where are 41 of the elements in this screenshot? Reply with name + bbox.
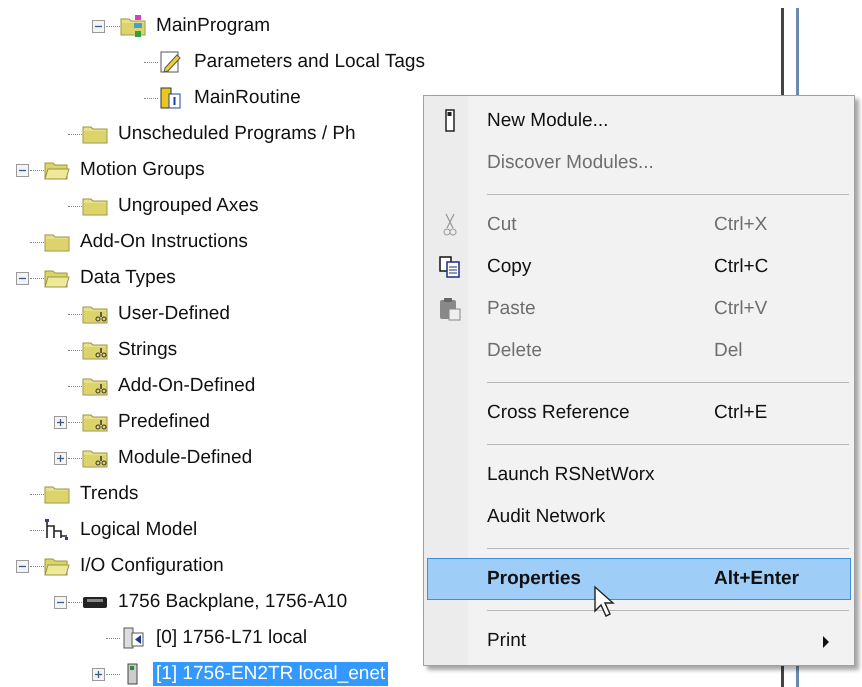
expander-toggle[interactable] <box>16 164 28 176</box>
program-folder-icon <box>120 14 146 38</box>
expander-toggle[interactable] <box>54 416 66 428</box>
menu-item[interactable]: Print <box>427 620 851 662</box>
tree-item[interactable]: Unscheduled Programs / Ph <box>115 122 359 146</box>
tree-item[interactable]: I/O Configuration <box>77 554 227 578</box>
tree-item[interactable]: MainRoutine <box>191 86 304 110</box>
clipboard-icon <box>439 297 461 321</box>
expander-toggle[interactable] <box>16 560 28 572</box>
tree-item[interactable]: Module-Defined <box>115 446 256 470</box>
copy-icon <box>439 256 461 278</box>
tree-item[interactable]: Add-On-Defined <box>115 374 258 398</box>
tree-item[interactable]: Logical Model <box>77 518 200 542</box>
expander-toggle[interactable] <box>54 452 66 464</box>
menu-item[interactable]: Properties Alt+Enter <box>427 558 851 600</box>
menu-item[interactable]: Launch RSNetWorx <box>427 454 851 496</box>
expander-toggle[interactable] <box>16 272 28 284</box>
expander-toggle[interactable] <box>92 668 104 680</box>
tree-item[interactable]: MainProgram <box>153 14 274 38</box>
tree-item[interactable]: Predefined <box>115 410 213 434</box>
tree-item[interactable]: Ungrouped Axes <box>115 194 262 218</box>
tree-item[interactable]: Motion Groups <box>77 158 208 182</box>
tree-item[interactable]: 1756 Backplane, 1756-A10 <box>115 590 350 614</box>
tree-item[interactable]: Add-On Instructions <box>77 230 251 254</box>
tree-item[interactable]: Trends <box>77 482 142 506</box>
scissors-icon <box>443 213 457 237</box>
mouse-cursor-icon <box>593 585 617 619</box>
tree-item[interactable]: Parameters and Local Tags <box>191 50 428 74</box>
menu-item[interactable]: Audit Network <box>427 496 851 538</box>
expander-toggle[interactable] <box>92 20 104 32</box>
module-icon <box>444 109 456 133</box>
submenu-arrow-icon <box>822 636 830 648</box>
menu-item[interactable]: Cross Reference Ctrl+E <box>427 392 851 434</box>
menu-item[interactable]: New Module... <box>427 100 851 142</box>
tree-item[interactable]: Strings <box>115 338 180 362</box>
expander-toggle[interactable] <box>54 596 66 608</box>
menu-item[interactable]: Copy Ctrl+C <box>427 246 851 288</box>
tree-item[interactable]: User-Defined <box>115 302 233 326</box>
tree-item[interactable]: Data Types <box>77 266 179 290</box>
tree-item[interactable]: [0] 1756-L71 local <box>153 626 310 650</box>
hierarchy-icon <box>44 518 70 542</box>
